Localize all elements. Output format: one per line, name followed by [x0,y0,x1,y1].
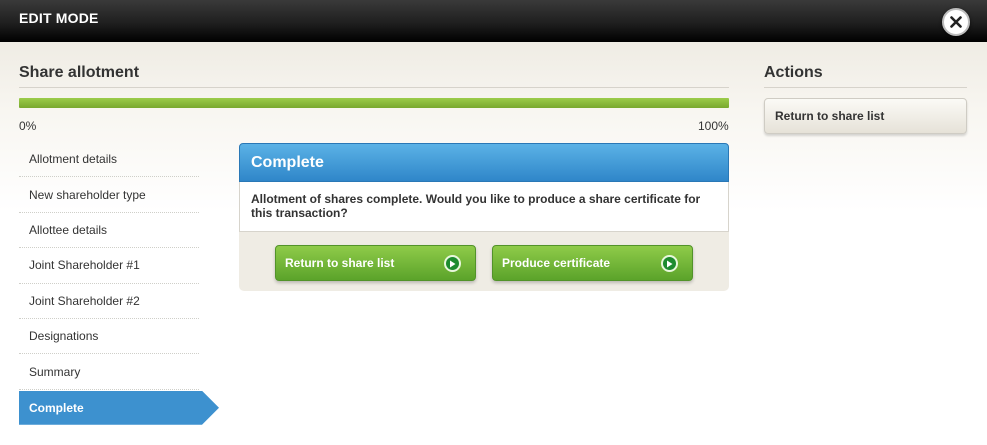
complete-panel: Complete Allotment of shares complete. W… [239,143,729,291]
close-button[interactable] [942,8,970,36]
produce-certificate-button[interactable]: Produce certificate [492,245,693,281]
edit-mode-title: EDIT MODE [19,10,99,26]
progress-fill [19,98,729,108]
panel-header: Complete [239,143,729,182]
step-label: Designations [29,329,99,344]
page-title: Share allotment [19,64,140,81]
step-joint-shareholder-2[interactable]: Joint Shareholder #2 [19,284,199,319]
step-label: New shareholder type [29,187,146,202]
button-label: Return to share list [775,109,885,123]
button-label: Produce certificate [502,256,611,270]
return-to-share-list-button[interactable]: Return to share list [275,245,476,281]
arrow-right-circle-icon [444,255,461,272]
actions-divider [764,87,967,88]
actions-return-to-share-list-button[interactable]: Return to share list [764,98,967,134]
step-label: Complete [29,400,84,415]
step-allotment-details[interactable]: Allotment details [19,142,199,178]
actions-title: Actions [764,64,823,81]
progress-bar [19,98,729,108]
close-icon [950,16,962,28]
step-designations[interactable]: Designations [19,319,199,355]
arrow-right-circle-icon [661,255,678,272]
step-joint-shareholder-1[interactable]: Joint Shareholder #1 [19,248,199,284]
step-label: Summary [29,364,81,379]
step-summary[interactable]: Summary [19,354,199,390]
step-complete[interactable]: Complete [19,390,219,425]
step-new-shareholder-type[interactable]: New shareholder type [19,177,199,213]
button-label: Return to share list [285,256,395,270]
step-label: Joint Shareholder #1 [29,258,140,273]
step-allottee-details[interactable]: Allottee details [19,213,199,249]
step-label: Joint Shareholder #2 [29,293,140,308]
progress-min-label: 0% [19,119,37,133]
title-divider [19,87,729,88]
panel-title: Complete [251,154,324,171]
step-label: Allotment details [29,152,118,167]
progress-max-label: 100% [698,119,729,133]
step-list: Allotment details New shareholder type A… [19,142,219,425]
top-bar: EDIT MODE [0,0,987,42]
content-area: Share allotment 0% 100% Allotment detail… [0,42,987,445]
panel-message: Allotment of shares complete. Would you … [239,182,729,232]
step-label: Allottee details [29,222,108,237]
